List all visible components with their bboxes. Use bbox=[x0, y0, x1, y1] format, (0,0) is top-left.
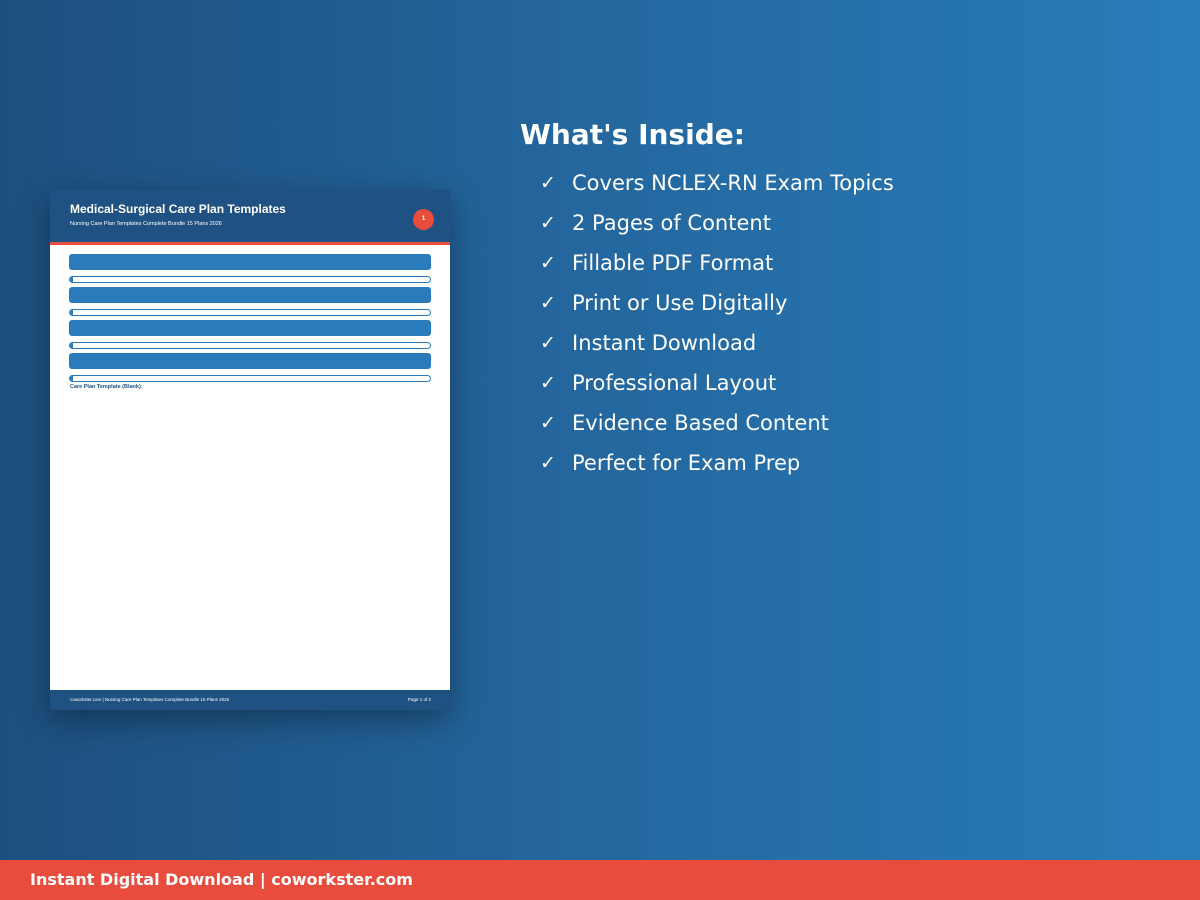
document-header: Medical-Surgical Care Plan Templates Nur… bbox=[50, 190, 450, 245]
document-section-bar bbox=[69, 320, 431, 336]
feature-label: Fillable PDF Format bbox=[572, 251, 774, 275]
document-field bbox=[69, 309, 431, 316]
check-icon: ✓ bbox=[540, 172, 556, 194]
feature-item: ✓ Fillable PDF Format bbox=[540, 248, 894, 288]
document-footer: coworkster.com | Nursing Care Plan Templ… bbox=[50, 690, 450, 710]
feature-item: ✓ Instant Download bbox=[540, 328, 894, 368]
document-section-bar bbox=[69, 353, 431, 369]
feature-label: Print or Use Digitally bbox=[572, 291, 788, 315]
check-icon: ✓ bbox=[540, 372, 556, 394]
feature-item: ✓ Covers NCLEX-RN Exam Topics bbox=[540, 168, 894, 208]
check-icon: ✓ bbox=[540, 452, 556, 474]
features-heading: What's Inside: bbox=[520, 118, 745, 151]
feature-item: ✓ 2 Pages of Content bbox=[540, 208, 894, 248]
document-footer-left: coworkster.com | Nursing Care Plan Templ… bbox=[70, 697, 230, 702]
feature-item: ✓ Professional Layout bbox=[540, 368, 894, 408]
check-icon: ✓ bbox=[540, 292, 556, 314]
feature-label: Covers NCLEX-RN Exam Topics bbox=[572, 171, 894, 195]
document-field bbox=[69, 276, 431, 283]
feature-item: ✓ Perfect for Exam Prep bbox=[540, 448, 894, 488]
document-title: Medical-Surgical Care Plan Templates bbox=[70, 202, 286, 216]
document-field bbox=[69, 342, 431, 349]
feature-item: ✓ Evidence Based Content bbox=[540, 408, 894, 448]
document-footer-page: Page 1 of 2 bbox=[407, 697, 431, 702]
document-section-bar bbox=[69, 254, 431, 270]
bottom-banner: Instant Digital Download | coworkster.co… bbox=[0, 860, 1200, 900]
banner-text: Instant Digital Download | coworkster.co… bbox=[30, 870, 413, 889]
page-number-badge: 1 bbox=[413, 209, 434, 230]
feature-label: Instant Download bbox=[572, 331, 757, 355]
check-icon: ✓ bbox=[540, 252, 556, 274]
feature-label: Evidence Based Content bbox=[572, 411, 829, 435]
check-icon: ✓ bbox=[540, 212, 556, 234]
features-list: ✓ Covers NCLEX-RN Exam Topics ✓ 2 Pages of … bbox=[540, 168, 894, 488]
feature-label: Perfect for Exam Prep bbox=[572, 451, 801, 475]
document-field bbox=[69, 375, 431, 382]
document-section-label: Care Plan Template (Blank): bbox=[70, 384, 143, 390]
check-icon: ✓ bbox=[540, 412, 556, 434]
document-section-bar bbox=[69, 287, 431, 303]
feature-item: ✓ Print or Use Digitally bbox=[540, 288, 894, 328]
feature-label: 2 Pages of Content bbox=[572, 211, 771, 235]
document-subtitle: Nursing Care Plan Templates Complete Bun… bbox=[70, 221, 222, 227]
document-preview: Medical-Surgical Care Plan Templates Nur… bbox=[50, 190, 450, 710]
check-icon: ✓ bbox=[540, 332, 556, 354]
feature-label: Professional Layout bbox=[572, 371, 777, 395]
